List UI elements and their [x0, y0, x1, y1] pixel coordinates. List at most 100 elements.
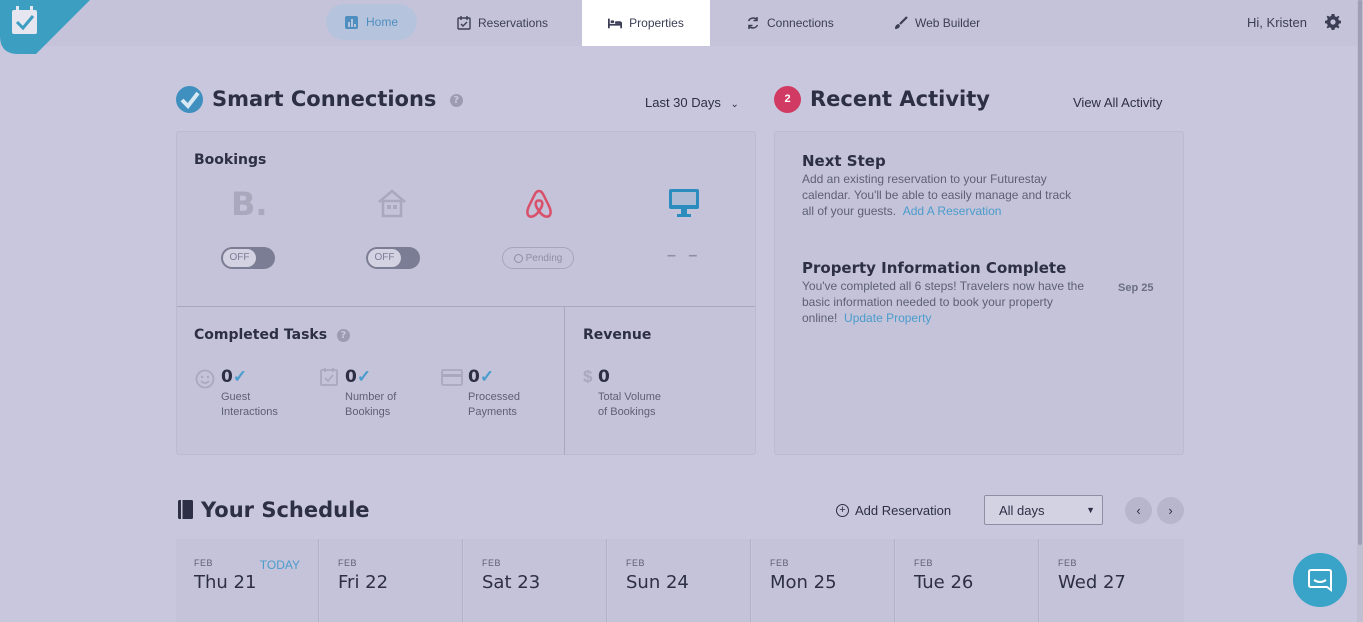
check-icon: ✓: [356, 367, 372, 386]
date-range-label: Last 30 Days: [645, 95, 721, 110]
day-month: FEB: [1058, 558, 1078, 568]
schedule-day-card[interactable]: FEB Mon 25: [752, 539, 895, 622]
bar-chart-icon: [345, 15, 359, 29]
activity-item-line3: all of your guests.: [802, 204, 897, 218]
day-month: FEB: [194, 558, 214, 568]
brush-icon: [894, 16, 908, 30]
days-filter-select[interactable]: All days ▼: [984, 495, 1103, 525]
schedule-day-card[interactable]: FEB Fri 22: [320, 539, 463, 622]
nav-properties[interactable]: Properties: [582, 0, 710, 46]
add-reservation-button[interactable]: + Add Reservation: [836, 503, 951, 518]
completed-tasks-title-text: Completed Tasks: [194, 327, 328, 343]
chat-icon: [1308, 569, 1332, 592]
smart-connections-logo-icon: [176, 86, 203, 113]
website-status-dash: – –: [667, 247, 702, 264]
processed-payments-value: 0: [468, 367, 480, 387]
futurestay-logo[interactable]: [0, 0, 90, 54]
completed-tasks-title: Completed Tasks ?: [194, 327, 350, 343]
schedule-day-card[interactable]: FEB Wed 27: [1040, 539, 1184, 622]
nav-properties-label: Properties: [629, 16, 684, 30]
sync-icon: [746, 16, 760, 30]
number-of-bookings-label: Number of Bookings: [345, 390, 396, 420]
day-month: FEB: [770, 558, 790, 568]
days-filter-value: All days: [999, 503, 1045, 518]
homeaway-toggle-label: OFF: [368, 249, 401, 267]
processed-payments-label-line1: Processed: [468, 391, 520, 403]
guest-interactions-label-line1: Guest: [221, 391, 251, 403]
activity-item-body: Add an existing reservation to your Futu…: [802, 171, 1071, 219]
prev-week-button[interactable]: ‹: [1125, 497, 1152, 524]
bookings-title: Bookings: [194, 152, 267, 168]
recent-activity-panel: Next Step Add an existing reservation to…: [774, 131, 1184, 455]
smiley-icon: [195, 369, 215, 389]
today-label: TODAY: [259, 558, 300, 572]
number-of-bookings-value: 0: [345, 367, 357, 387]
website-monitor-icon: [669, 189, 699, 217]
activity-item-title: Property Information Complete: [802, 259, 1067, 277]
help-icon[interactable]: ?: [336, 328, 350, 342]
day-name: Tue 26: [914, 572, 974, 593]
activity-count-badge: 2: [774, 86, 801, 113]
credit-card-icon: [441, 369, 463, 386]
nav-web-builder[interactable]: Web Builder: [894, 0, 980, 46]
day-month: FEB: [482, 558, 502, 568]
next-week-button[interactable]: ›: [1157, 497, 1184, 524]
day-name: Wed 27: [1058, 572, 1126, 593]
schedule-day-card[interactable]: FEB Tue 26: [896, 539, 1039, 622]
schedule-day-card[interactable]: FEB Sun 24: [608, 539, 751, 622]
nav-home[interactable]: Home: [326, 4, 417, 40]
help-icon[interactable]: ?: [449, 93, 463, 107]
add-reservation-label: Add Reservation: [855, 503, 952, 518]
nav-connections[interactable]: Connections: [746, 0, 834, 46]
dollar-icon: $: [583, 367, 593, 386]
add-reservation-link[interactable]: Add A Reservation: [903, 204, 1002, 218]
revenue-value: 0: [598, 367, 610, 387]
recent-activity-title: Recent Activity: [810, 87, 990, 111]
user-greeting[interactable]: Hi, Kristen: [1247, 15, 1307, 30]
homeaway-toggle[interactable]: OFF: [366, 247, 420, 269]
day-month: FEB: [626, 558, 646, 568]
day-name: Mon 25: [770, 572, 837, 593]
calendar-check-icon: [457, 16, 471, 30]
nav-reservations-label: Reservations: [478, 16, 549, 30]
scrollbar-thumb[interactable]: [1358, 0, 1362, 545]
guest-interactions-label-line2: Interactions: [221, 406, 278, 418]
plus-circle-icon: +: [836, 504, 849, 517]
revenue-label-line1: Total Volume: [598, 391, 661, 403]
nav-web-builder-label: Web Builder: [915, 16, 981, 30]
airbnb-pending-badge: Pending: [502, 247, 574, 269]
day-month: FEB: [914, 558, 934, 568]
nav-reservations[interactable]: Reservations: [457, 0, 548, 46]
view-all-activity-link[interactable]: View All Activity: [1073, 95, 1162, 110]
booking-com-toggle-label: OFF: [223, 249, 256, 267]
activity-item-title: Next Step: [802, 152, 886, 170]
booking-com-toggle[interactable]: OFF: [221, 247, 275, 269]
nav-connections-label: Connections: [767, 16, 834, 30]
update-property-link[interactable]: Update Property: [844, 311, 931, 325]
bed-icon: [608, 16, 623, 30]
date-range-dropdown[interactable]: Last 30 Days ⌄: [645, 95, 739, 110]
caret-down-icon: ▼: [1086, 505, 1095, 515]
homeaway-icon: [378, 189, 406, 218]
revenue-title: Revenue: [583, 327, 652, 343]
chat-launcher-button[interactable]: [1293, 553, 1347, 607]
pending-label: Pending: [525, 252, 563, 264]
day-name: Sat 23: [482, 572, 541, 593]
scrollbar[interactable]: [1357, 0, 1363, 622]
schedule-day-card[interactable]: FEB TODAY Thu 21: [176, 539, 319, 622]
schedule-day-card[interactable]: FEB Sat 23: [464, 539, 607, 622]
smart-connections-title: Smart Connections ?: [212, 87, 463, 111]
calendar-check-icon: [320, 368, 338, 386]
activity-item-line3: online!: [802, 311, 838, 325]
day-name: Fri 22: [338, 572, 389, 593]
divider: [564, 307, 565, 455]
booking-com-logo: B.: [231, 185, 268, 223]
number-of-bookings-label-line1: Number of: [345, 391, 397, 403]
gear-icon[interactable]: [1325, 14, 1341, 30]
day-month: FEB: [338, 558, 358, 568]
guest-interactions-label: Guest Interactions: [221, 390, 278, 420]
processed-payments-label: Processed Payments: [468, 390, 520, 420]
activity-item-line1: You've completed all 6 steps! Travelers …: [802, 279, 1085, 293]
revenue-label-line2: of Bookings: [598, 406, 656, 418]
processed-payments-label-line2: Payments: [468, 406, 517, 418]
